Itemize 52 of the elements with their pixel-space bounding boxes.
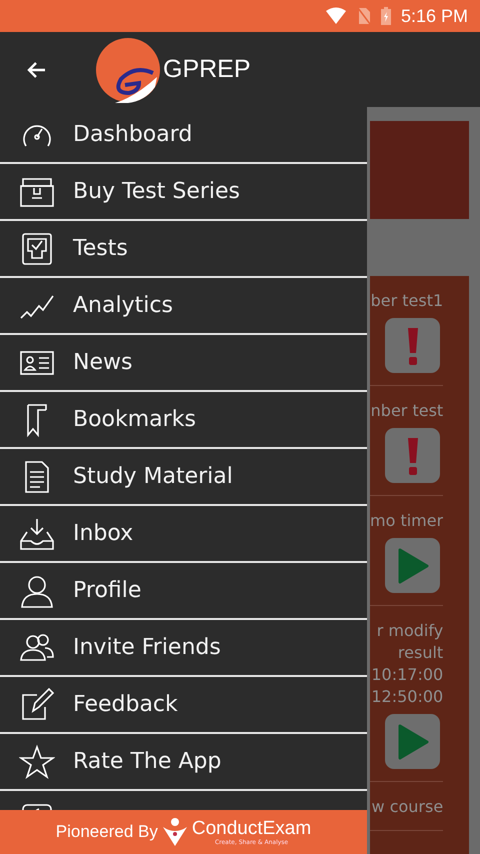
- star-icon: [19, 744, 55, 780]
- menu-label: Bookmarks: [73, 407, 196, 432]
- menu-item[interactable]: Tests: [0, 221, 367, 278]
- test-text: result: [398, 642, 444, 664]
- menu-label: Inbox: [73, 521, 134, 546]
- menu-item[interactable]: News: [0, 335, 367, 392]
- play-icon: [396, 548, 429, 584]
- menu-item[interactable]: Inbox: [0, 506, 367, 563]
- battery-charging-icon: [380, 7, 391, 25]
- check-icon: [19, 230, 55, 266]
- app-title: GPREP: [163, 55, 251, 84]
- wifi-icon: [324, 7, 347, 25]
- menu-label: Rate The App: [73, 749, 222, 774]
- menu-label: Dashboard: [73, 122, 192, 147]
- test-text: 10:17:00: [371, 664, 444, 686]
- menu-label: Analytics: [73, 293, 173, 318]
- test-text: w course: [372, 796, 444, 818]
- edit-icon: [19, 686, 55, 722]
- exclamation-icon: [406, 436, 420, 476]
- menu-label: Profile: [73, 578, 142, 603]
- no-sim-icon: [356, 7, 371, 25]
- menu-item[interactable]: Feedback: [0, 677, 367, 734]
- exclamation-icon: [406, 326, 420, 366]
- menu-label: Buy Test Series: [73, 179, 240, 204]
- menu-item[interactable]: Bookmarks: [0, 392, 367, 449]
- menu-item[interactable]: Profile: [0, 563, 367, 620]
- alert-button[interactable]: [385, 318, 440, 373]
- play-button[interactable]: [385, 714, 440, 769]
- test-text: ber test1: [370, 290, 444, 312]
- logo-icon: [95, 36, 161, 102]
- brand-name: ConductExam: [192, 818, 312, 838]
- menu-label: Tests: [73, 236, 128, 261]
- footer-text: Pioneered By: [56, 822, 158, 842]
- menu-item[interactable]: Analytics: [0, 278, 367, 335]
- menu-item[interactable]: Dashboard: [0, 107, 367, 164]
- menu-item[interactable]: Invite Friends: [0, 620, 367, 677]
- test-text: mo timer: [370, 510, 444, 532]
- test-text: r modify: [376, 620, 444, 642]
- menu-item[interactable]: Study Material: [0, 449, 367, 506]
- menu-label: Study Material: [73, 464, 233, 489]
- menu-label: Invite Friends: [73, 635, 221, 660]
- play-button[interactable]: [385, 538, 440, 593]
- alert-button[interactable]: [385, 428, 440, 483]
- menu-item[interactable]: Rate The App: [0, 734, 367, 791]
- brand-logo-icon: [162, 817, 188, 847]
- play-icon: [396, 724, 429, 760]
- test-text: 12:50:00: [371, 686, 444, 708]
- menu-label: Feedback: [73, 692, 178, 717]
- clock-time: 5:16 PM: [400, 6, 468, 26]
- menu-label: News: [73, 350, 132, 375]
- menu-item[interactable]: Buy Test Series: [0, 164, 367, 221]
- test-text: nber test: [370, 400, 444, 422]
